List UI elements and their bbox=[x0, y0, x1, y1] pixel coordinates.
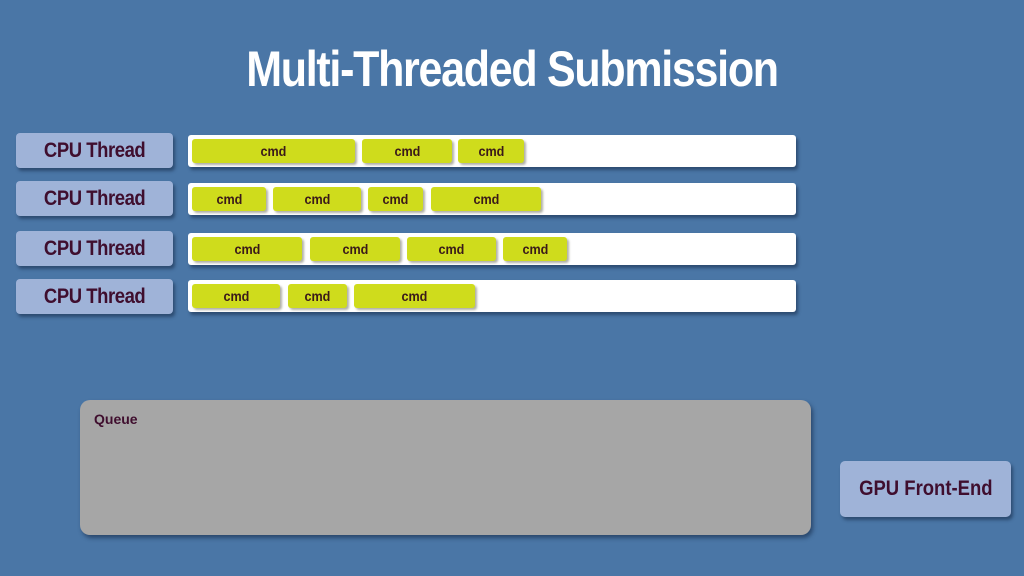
gpu-front-end-label: GPU Front-End bbox=[858, 477, 993, 500]
queue-label: Queue bbox=[94, 411, 138, 427]
cmd-block: cmd bbox=[354, 284, 475, 308]
cmd-block: cmd bbox=[192, 139, 355, 163]
cpu-thread-label-1: CPU Thread bbox=[16, 133, 173, 168]
cpu-thread-label-text: CPU Thread bbox=[43, 138, 146, 162]
cmd-block: cmd bbox=[288, 284, 347, 308]
cpu-thread-label-text: CPU Thread bbox=[43, 186, 146, 210]
cmd-block: cmd bbox=[458, 139, 524, 163]
cpu-thread-lane-4: cmd cmd cmd bbox=[188, 280, 796, 312]
cmd-block: cmd bbox=[362, 139, 452, 163]
cpu-thread-lane-1: cmd cmd cmd bbox=[188, 135, 796, 167]
cmd-block: cmd bbox=[503, 237, 567, 261]
cpu-thread-label-text: CPU Thread bbox=[43, 236, 146, 260]
cmd-block: cmd bbox=[368, 187, 423, 211]
cpu-thread-lane-3: cmd cmd cmd cmd bbox=[188, 233, 796, 265]
gpu-front-end-box: GPU Front-End bbox=[840, 461, 1011, 517]
cpu-thread-label-3: CPU Thread bbox=[16, 231, 173, 266]
cmd-block: cmd bbox=[192, 187, 266, 211]
cmd-block: cmd bbox=[310, 237, 400, 261]
slide-title: Multi-Threaded Submission bbox=[246, 41, 779, 97]
cpu-thread-label-2: CPU Thread bbox=[16, 181, 173, 216]
cmd-block: cmd bbox=[431, 187, 541, 211]
cmd-block: cmd bbox=[273, 187, 361, 211]
queue-box: Queue bbox=[80, 400, 811, 535]
cmd-block: cmd bbox=[407, 237, 496, 261]
cmd-block: cmd bbox=[192, 284, 280, 308]
cpu-thread-lane-2: cmd cmd cmd cmd bbox=[188, 183, 796, 215]
cpu-thread-label-text: CPU Thread bbox=[43, 284, 146, 308]
cpu-thread-label-4: CPU Thread bbox=[16, 279, 173, 314]
cmd-block: cmd bbox=[192, 237, 302, 261]
